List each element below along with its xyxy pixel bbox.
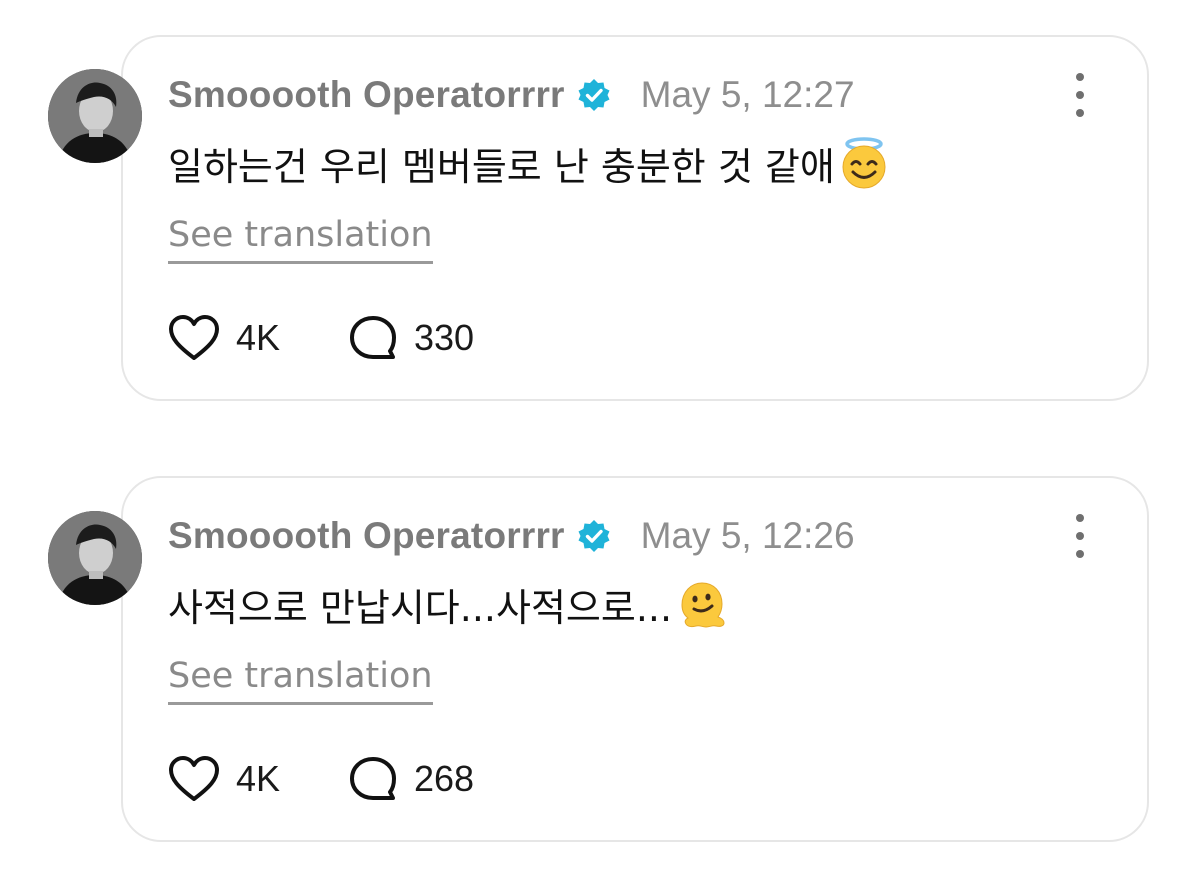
heart-icon	[168, 314, 220, 362]
like-count: 4K	[236, 317, 281, 358]
post-text-row: 일하는건 우리 멤버들로 난 충분한 것 같애	[168, 133, 891, 193]
speech-bubble-icon	[348, 314, 398, 362]
smiling-face-with-halo-icon	[837, 136, 891, 190]
heart-icon	[168, 755, 220, 803]
post-text: 사적으로 만납시다...사적으로...	[168, 585, 673, 630]
avatar[interactable]	[48, 69, 142, 163]
username[interactable]: Smooooth Operatorrrr	[168, 515, 565, 557]
timestamp: May 5, 12:27	[640, 74, 855, 115]
post-header: Smooooth Operatorrrr May 5, 12:27	[168, 68, 855, 122]
more-options-icon[interactable]	[1066, 514, 1094, 558]
verified-badge-icon	[577, 78, 611, 112]
melting-face-icon	[674, 577, 728, 631]
reply-count: 268	[414, 758, 475, 799]
see-translation-link[interactable]: See translation	[168, 216, 433, 264]
post-actions: 4K 268	[168, 754, 474, 804]
reply-count: 330	[414, 317, 475, 358]
username[interactable]: Smooooth Operatorrrr	[168, 74, 565, 116]
like-count: 4K	[236, 758, 281, 799]
verified-badge-icon	[577, 519, 611, 553]
post-text-row: 사적으로 만납시다...사적으로...	[168, 574, 728, 634]
timestamp: May 5, 12:26	[640, 515, 855, 556]
more-options-icon[interactable]	[1066, 73, 1094, 117]
post-header: Smooooth Operatorrrr May 5, 12:26	[168, 509, 855, 563]
like-button[interactable]: 4K	[168, 314, 348, 362]
post-actions: 4K 330	[168, 313, 474, 363]
reply-button[interactable]: 330	[348, 314, 474, 362]
avatar[interactable]	[48, 511, 142, 605]
see-translation-link[interactable]: See translation	[168, 657, 433, 705]
post-text: 일하는건 우리 멤버들로 난 충분한 것 같애	[168, 144, 835, 189]
reply-button[interactable]: 268	[348, 755, 474, 803]
like-button[interactable]: 4K	[168, 755, 348, 803]
speech-bubble-icon	[348, 755, 398, 803]
